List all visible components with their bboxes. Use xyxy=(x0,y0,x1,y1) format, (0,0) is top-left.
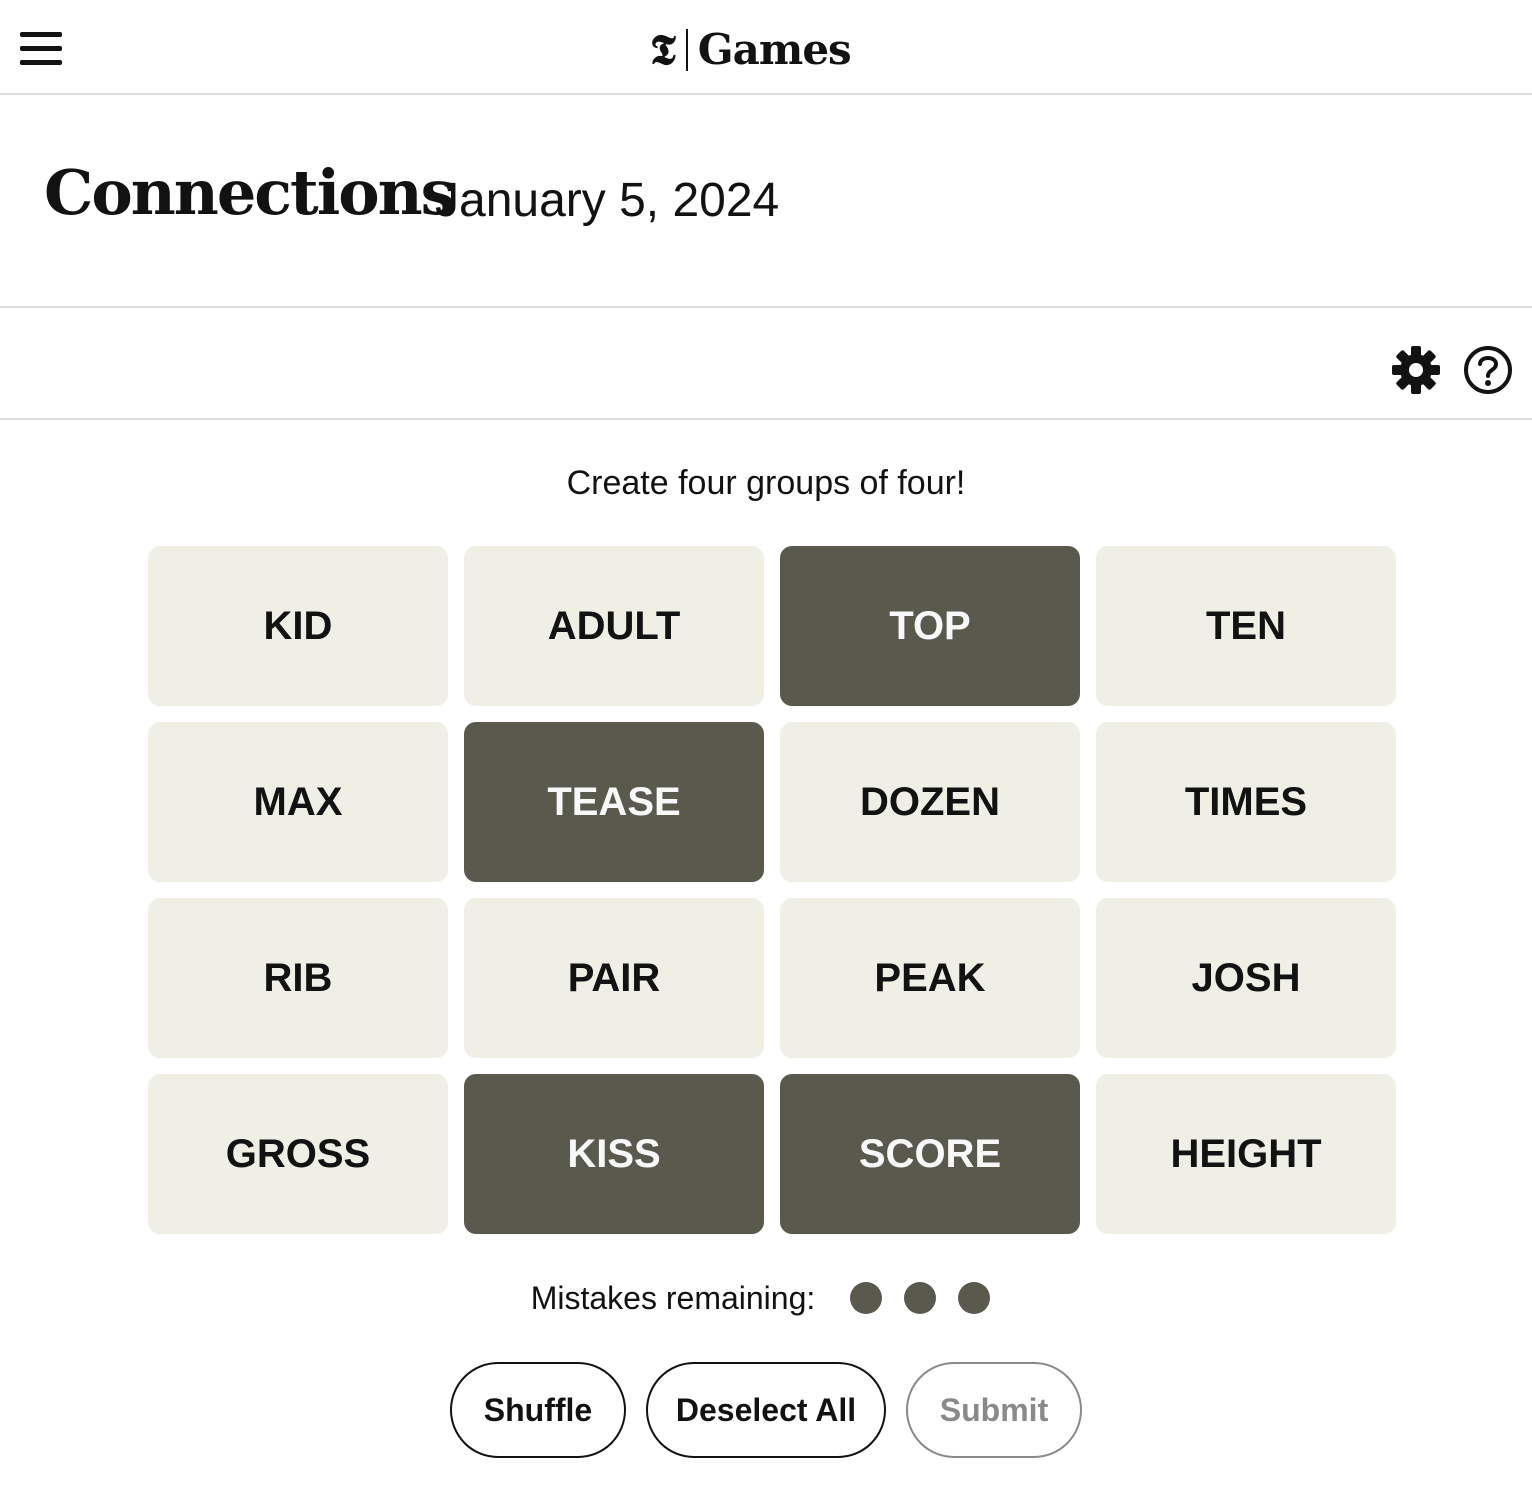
brand-name: Games xyxy=(697,25,852,74)
mistake-dot xyxy=(850,1282,883,1314)
mistakes-label: Mistakes remaining: xyxy=(530,1280,816,1316)
game-toolbar xyxy=(0,308,1532,420)
gear-icon[interactable] xyxy=(1390,344,1442,396)
mistake-dot xyxy=(904,1282,937,1314)
game-title: Connections xyxy=(44,156,456,229)
shuffle-button[interactable]: Shuffle xyxy=(450,1362,626,1458)
word-tile[interactable]: HEIGHT xyxy=(1096,1074,1396,1234)
word-tile[interactable]: TIMES xyxy=(1096,722,1396,882)
word-tile[interactable]: MAX xyxy=(148,722,448,882)
title-area: Connections January 5, 2024 xyxy=(0,95,1532,308)
hamburger-menu-icon[interactable] xyxy=(20,30,62,68)
word-tile[interactable]: TEASE xyxy=(464,722,764,882)
game-date: January 5, 2024 xyxy=(435,174,780,227)
word-tile[interactable]: TEN xyxy=(1096,546,1396,706)
nyt-games-brand[interactable]: 𝕿 Games xyxy=(650,22,852,78)
mistake-dot xyxy=(958,1282,991,1314)
word-tile[interactable]: KISS xyxy=(464,1074,764,1234)
top-navigation-bar: 𝕿 Games xyxy=(0,0,1532,95)
mistakes-remaining: Mistakes remaining: xyxy=(0,1276,1532,1320)
word-tile[interactable]: TOP xyxy=(780,546,1080,706)
deselect-all-button[interactable]: Deselect All xyxy=(646,1362,886,1458)
word-tile[interactable]: PEAK xyxy=(780,898,1080,1058)
word-tile[interactable]: SCORE xyxy=(780,1074,1080,1234)
word-tile[interactable]: PAIR xyxy=(464,898,764,1058)
instructions-text: Create four groups of four! xyxy=(566,464,966,502)
word-tile[interactable]: GROSS xyxy=(148,1074,448,1234)
word-grid: KID ADULT TOP TEN MAX TEASE DOZEN TIMES … xyxy=(148,546,1396,1234)
word-tile[interactable]: RIB xyxy=(148,898,448,1058)
brand-divider xyxy=(685,29,688,71)
help-circle-icon[interactable] xyxy=(1462,344,1514,396)
word-tile[interactable]: DOZEN xyxy=(780,722,1080,882)
word-tile[interactable]: KID xyxy=(148,546,448,706)
action-buttons: Shuffle Deselect All Submit xyxy=(0,1362,1532,1458)
word-tile[interactable]: JOSH xyxy=(1096,898,1396,1058)
nyt-logo-icon: 𝕿 xyxy=(650,25,676,74)
word-tile[interactable]: ADULT xyxy=(464,546,764,706)
submit-button[interactable]: Submit xyxy=(906,1362,1082,1458)
